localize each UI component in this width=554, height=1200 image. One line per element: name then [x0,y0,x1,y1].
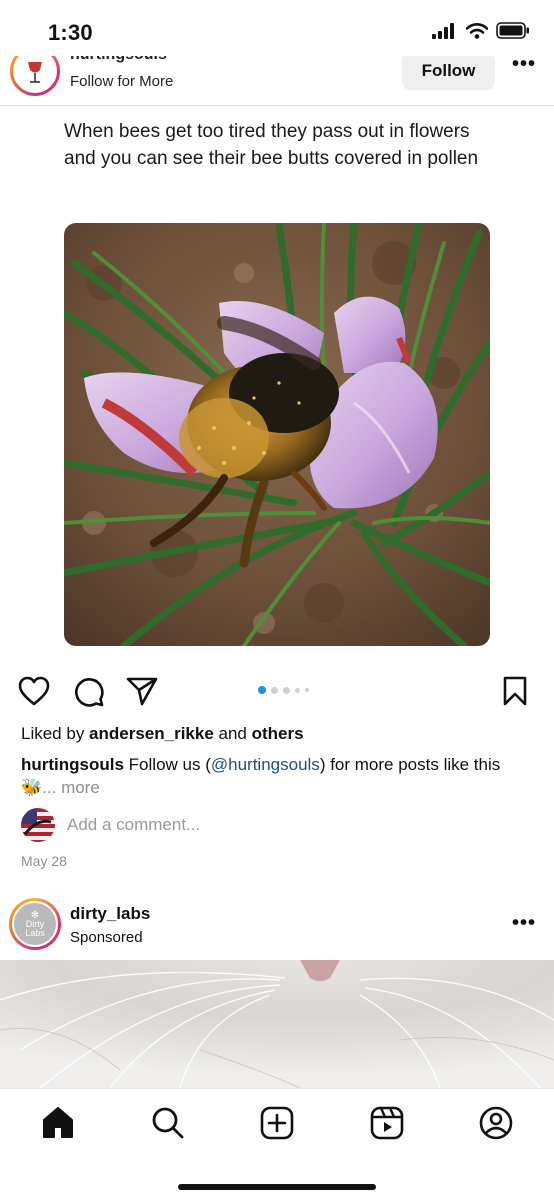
wifi-icon [466,22,488,39]
home-icon[interactable] [40,1105,76,1141]
reels-icon[interactable] [369,1105,405,1141]
create-icon[interactable] [259,1105,295,1141]
post-more-icon[interactable]: ••• [512,56,536,76]
bee-on-crocus-image [64,223,490,646]
post-date: May 28 [21,853,67,869]
bookmark-icon[interactable] [502,676,528,706]
caption-mention-link[interactable]: @hurtingsouls [211,755,320,774]
carousel-indicator [258,686,309,694]
sponsored-label: Sponsored [70,929,143,946]
wine-glass-icon [28,62,42,83]
sponsored-more-icon[interactable]: ••• [512,912,536,935]
post-header: hurtingsouls Follow for More Follow ••• [0,56,554,106]
bottom-nav [0,1088,554,1200]
sponsored-avatar-text: Dirty Labs [25,918,45,938]
sponsored-avatar[interactable]: ✻ Dirty Labs [9,898,61,950]
follow-button[interactable]: Follow [402,56,495,90]
carousel-dot [258,686,266,694]
caption-body-2: ) for more posts like this [319,755,501,774]
post-caption: hurtingsouls Follow us (@hurtingsouls) f… [21,753,541,799]
home-indicator[interactable] [178,1184,376,1190]
carousel-dot [271,686,278,694]
status-icons [432,22,530,39]
comment-input[interactable]: Add a comment... [67,815,200,835]
post-text: When bees get too tired they pass out in… [64,121,479,169]
sponsored-photo[interactable] [0,960,554,1088]
search-icon[interactable] [150,1105,186,1141]
heart-icon[interactable] [18,676,50,706]
post-photo[interactable] [64,223,490,646]
comment-icon[interactable] [73,676,105,708]
status-time: 1:30 [48,20,93,45]
cat-image [0,960,554,1088]
liked-prefix: Liked by [21,724,90,743]
signal-icon [432,22,454,39]
post-avatar[interactable] [10,56,60,96]
post-username[interactable]: hurtingsouls [70,56,167,64]
caption-username[interactable]: hurtingsouls [21,755,124,774]
battery-icon [496,22,529,39]
caption-body-1: Follow us ( [123,755,211,774]
caption-emoji: 🐝 [21,778,43,797]
sponsored-username[interactable]: dirty_labs [70,904,150,924]
carousel-dot [283,686,290,694]
carousel-dot [295,687,300,693]
profile-icon[interactable] [478,1105,514,1141]
user-avatar [21,808,55,842]
carousel-dot [305,688,309,692]
post-actions [0,672,554,712]
liked-others-link[interactable]: others [252,724,304,743]
add-comment-row: Add a comment... [21,808,200,842]
liked-mid: and [213,724,252,743]
liked-user-link[interactable]: andersen_rikke [89,724,214,743]
likes-summary: Liked by andersen_rikke and others [21,724,304,744]
send-icon[interactable] [126,676,158,706]
caption-more-link[interactable]: ... more [42,778,100,797]
post-subtitle: Follow for More [70,73,174,90]
